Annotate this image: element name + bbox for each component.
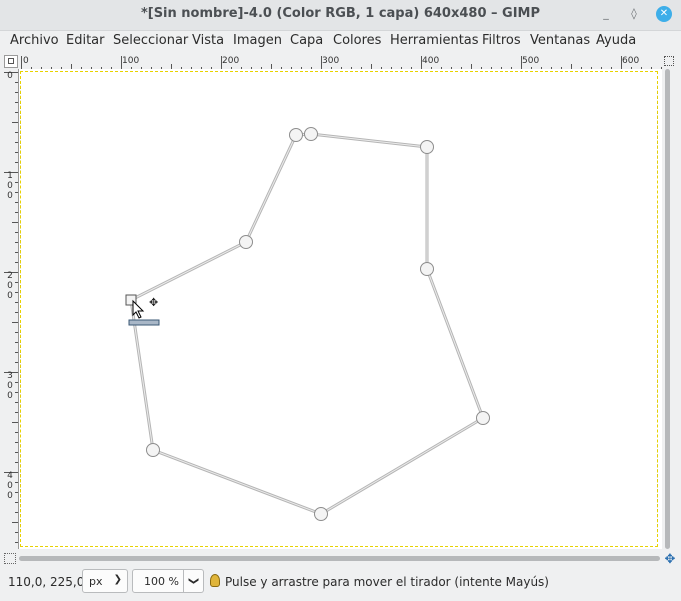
menu-vista[interactable]: Vista: [192, 33, 224, 48]
navigate-icon[interactable]: ✥: [663, 553, 677, 567]
path-anchor[interactable]: [420, 262, 434, 276]
horizontal-scrollbar[interactable]: [19, 553, 662, 563]
vertical-scrollbar[interactable]: [663, 69, 673, 551]
menu-imagen[interactable]: Imagen: [233, 33, 282, 48]
hruler-label: 100: [122, 56, 140, 66]
vruler-label: 0: [7, 71, 13, 81]
path-anchor[interactable]: [239, 235, 253, 249]
status-message: Pulse y arrastre para mover el tirador (…: [225, 575, 549, 589]
menu-ayuda[interactable]: Ayuda: [596, 33, 636, 48]
menu-bar: Archivo Editar Seleccionar Vista Imagen …: [0, 31, 681, 53]
path-anchor[interactable]: [289, 128, 303, 142]
cursor-modifier-icon: [128, 319, 160, 326]
unit-select[interactable]: px ❯: [82, 569, 128, 593]
horizontal-ruler[interactable]: 0 100 200 300 400 500 600: [19, 55, 662, 70]
menu-archivo[interactable]: Archivo: [10, 33, 59, 48]
path-overlay[interactable]: ✥: [19, 69, 662, 549]
vruler-label: 200: [7, 271, 13, 301]
path-outline[interactable]: [129, 132, 485, 516]
zoom-value: 100 %: [144, 575, 179, 588]
horizontal-scroll-thumb[interactable]: [19, 556, 660, 561]
path-anchor[interactable]: [476, 411, 490, 425]
title-bar: *[Sin nombre]-4.0 (Color RGB, 1 capa) 64…: [0, 0, 681, 31]
move-cursor-icon: ✥: [149, 296, 158, 309]
vruler-label: 100: [7, 171, 13, 201]
path-anchor[interactable]: [304, 127, 318, 141]
vertical-scroll-thumb[interactable]: [665, 69, 670, 549]
window-title: *[Sin nombre]-4.0 (Color RGB, 1 capa) 64…: [140, 6, 541, 21]
horizontal-ruler-ticks: [21, 56, 662, 70]
ruler-corner-icon: [8, 58, 14, 64]
path-anchor[interactable]: [314, 507, 328, 521]
menu-seleccionar[interactable]: Seleccionar: [113, 33, 188, 48]
hruler-label: 500: [522, 56, 540, 66]
hruler-label: 0: [23, 56, 29, 66]
minimize-button[interactable]: _: [598, 6, 614, 22]
image-canvas[interactable]: ✥: [19, 69, 662, 549]
path-tool-icon: [210, 574, 220, 587]
menu-filtros[interactable]: Filtros: [482, 33, 521, 48]
path-anchor[interactable]: [146, 443, 160, 457]
menu-capa[interactable]: Capa: [290, 33, 323, 48]
vruler-label: 400: [7, 471, 13, 501]
maximize-button[interactable]: ◊: [626, 6, 642, 22]
chevron-down-icon: ❯: [113, 574, 122, 585]
vruler-label: 300: [7, 371, 13, 401]
ruler-corner-button[interactable]: [4, 55, 18, 68]
hruler-label: 300: [322, 56, 340, 66]
chevron-down-icon: ❯: [188, 576, 200, 586]
menu-colores[interactable]: Colores: [333, 33, 381, 48]
menu-ventanas[interactable]: Ventanas: [530, 33, 590, 48]
quick-mask-icon[interactable]: [4, 553, 16, 564]
path-anchor[interactable]: [420, 140, 434, 154]
status-bar: 110,0, 225,0 px ❯ 100 % ❯ Pulse y arrast…: [0, 568, 681, 598]
zoom-input[interactable]: 100 %: [132, 569, 184, 593]
hruler-label: 200: [222, 56, 240, 66]
hruler-label: 400: [422, 56, 440, 66]
unit-value: px: [89, 575, 103, 588]
menu-editar[interactable]: Editar: [66, 33, 105, 48]
menu-herramientas[interactable]: Herramientas: [390, 33, 479, 48]
hruler-label: 600: [622, 56, 640, 66]
zoom-to-window-icon[interactable]: [664, 56, 674, 66]
pointer-coordinates: 110,0, 225,0: [8, 575, 85, 589]
path-outline-highlight: [130, 133, 484, 515]
zoom-dropdown-button[interactable]: ❯: [184, 569, 204, 593]
vertical-ruler[interactable]: 0 100 200 300 400: [4, 69, 19, 549]
close-button[interactable]: ✕: [656, 6, 672, 22]
